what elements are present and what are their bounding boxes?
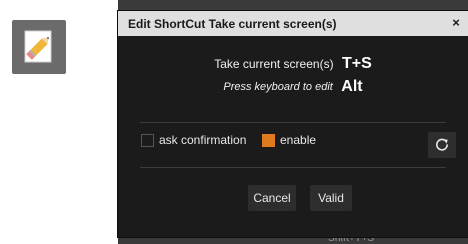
dialog-titlebar: Edit ShortCut Take current screen(s) × [118, 11, 468, 36]
cancel-button[interactable]: Cancel [248, 185, 296, 211]
valid-button[interactable]: Valid [310, 185, 352, 211]
ask-confirmation-label: ask confirmation [159, 133, 247, 147]
ask-confirmation-option[interactable]: ask confirmation [141, 132, 246, 148]
reset-button[interactable] [428, 132, 456, 158]
enable-label: enable [280, 133, 317, 147]
dialog-title: Edit ShortCut Take current screen(s) [128, 17, 337, 31]
enable-checkbox[interactable] [262, 133, 275, 147]
action-name: Take current screen(s) [214, 57, 334, 71]
close-icon[interactable]: × [448, 15, 464, 31]
enable-option[interactable]: enable [262, 132, 316, 148]
edit-row: Press keyboard to edit Alt [118, 78, 468, 96]
reset-icon [436, 138, 448, 151]
pressed-key: Alt [341, 78, 363, 95]
pencil-icon [24, 30, 52, 63]
divider [140, 122, 446, 123]
edit-shortcut-dialog: Edit ShortCut Take current screen(s) × T… [118, 11, 468, 237]
current-shortcut: T+S [342, 55, 372, 72]
edit-app-icon[interactable] [12, 20, 66, 74]
divider [140, 167, 446, 168]
edit-hint: Press keyboard to edit [223, 81, 333, 93]
shortcut-row: Take current screen(s) T+S [118, 55, 468, 73]
ask-confirmation-checkbox[interactable] [141, 133, 154, 147]
